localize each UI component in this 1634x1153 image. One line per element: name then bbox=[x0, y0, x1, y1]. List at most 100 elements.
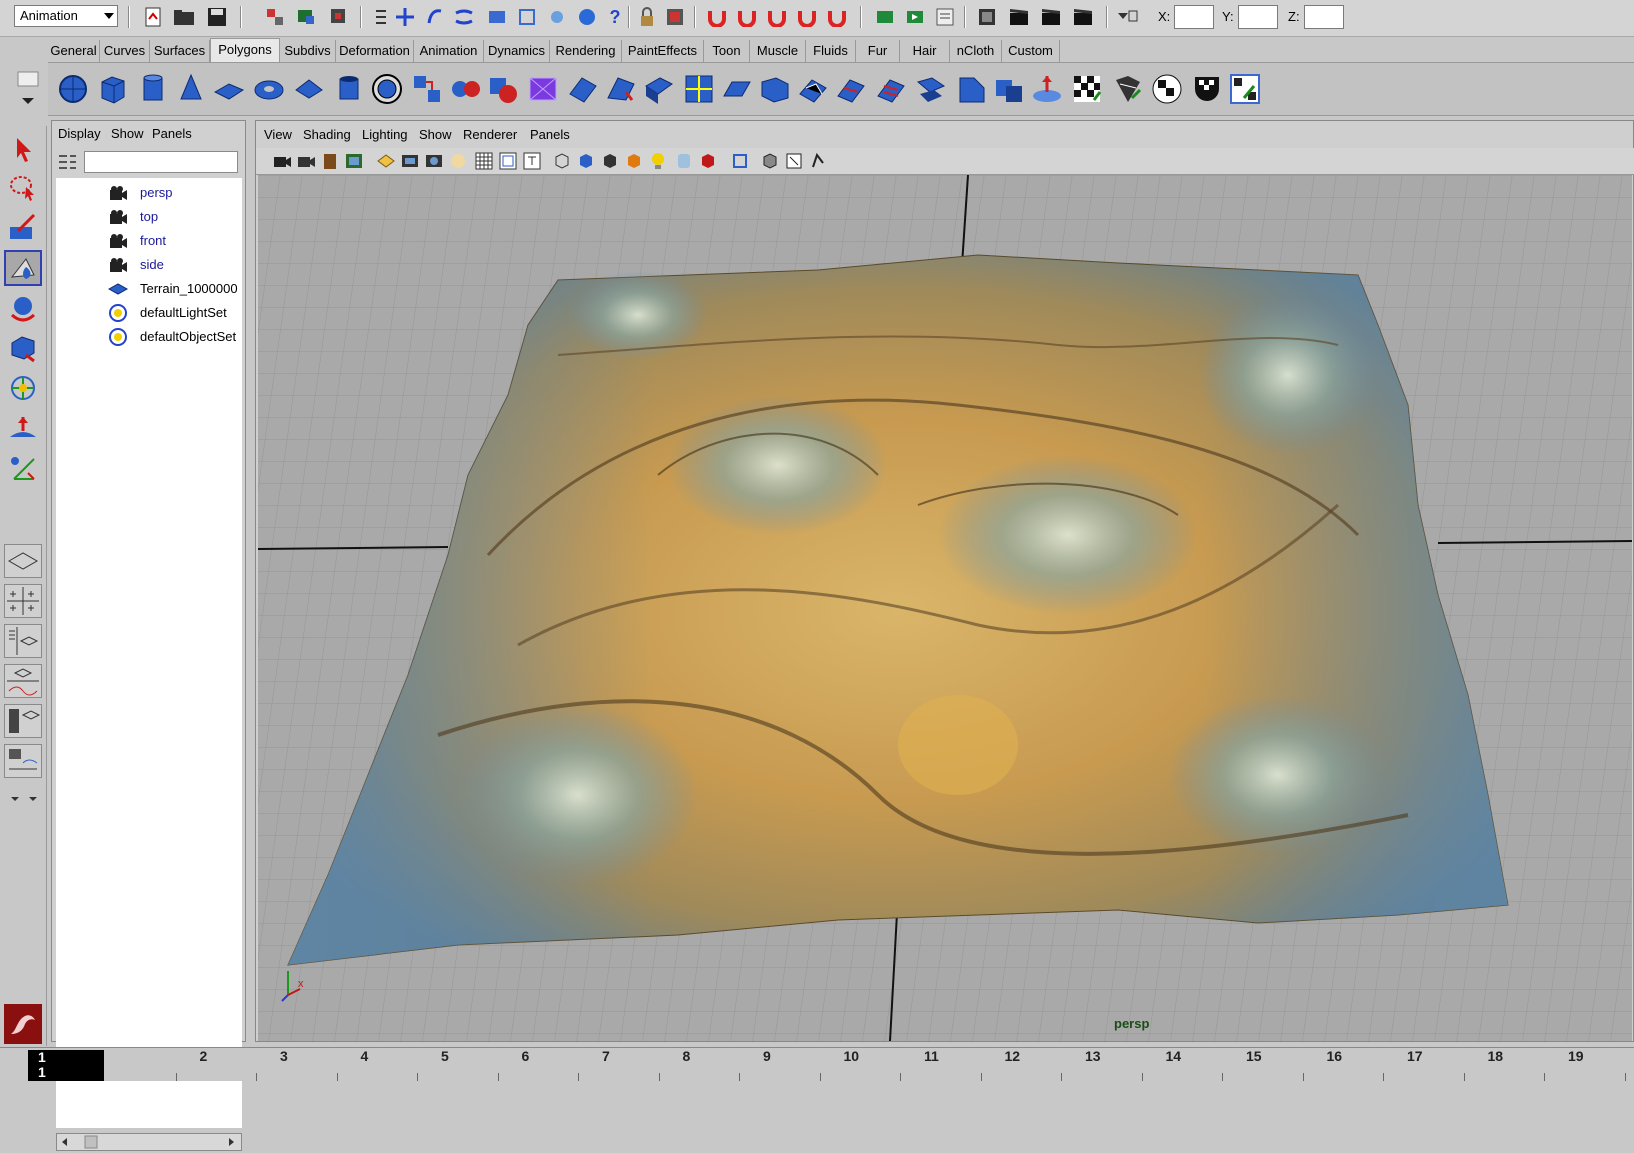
tab-animation[interactable]: Animation bbox=[414, 40, 484, 62]
select-component-icon[interactable] bbox=[328, 6, 350, 28]
sculpt-geometry-icon[interactable] bbox=[1030, 72, 1064, 106]
magnet-icon[interactable] bbox=[796, 6, 818, 28]
cut-faces-icon[interactable] bbox=[992, 72, 1026, 106]
poly-cylinder-icon[interactable] bbox=[136, 72, 170, 106]
separate-icon[interactable] bbox=[448, 72, 482, 106]
viewport-menu-panels[interactable]: Panels bbox=[530, 127, 570, 142]
make-live-icon[interactable] bbox=[516, 6, 538, 28]
bookmarks-icon[interactable] bbox=[320, 151, 340, 171]
uv-texture-editor-icon[interactable] bbox=[1228, 72, 1262, 106]
chamfer-icon[interactable] bbox=[758, 72, 792, 106]
select-hierarchy-icon[interactable] bbox=[264, 6, 286, 28]
viewport-canvas[interactable]: x persp bbox=[258, 175, 1632, 1041]
snap-point-icon[interactable] bbox=[454, 6, 476, 28]
checker-uv-icon[interactable] bbox=[1070, 72, 1104, 106]
tab-dynamics[interactable]: Dynamics bbox=[484, 40, 550, 62]
xray-joints-icon[interactable] bbox=[784, 151, 804, 171]
ipr-render-icon[interactable] bbox=[904, 6, 926, 28]
rotate-tool-icon[interactable] bbox=[4, 290, 42, 326]
wireframe-on-shaded-icon[interactable] bbox=[600, 151, 620, 171]
checker-sphere-icon[interactable] bbox=[1150, 72, 1184, 106]
filter-icon[interactable] bbox=[56, 151, 80, 173]
z-field[interactable] bbox=[1304, 5, 1344, 29]
camera-attributes-icon[interactable] bbox=[296, 151, 316, 171]
outliner-item-defaultobjectset[interactable]: defaultObjectSet bbox=[56, 326, 242, 348]
gate-mask-icon[interactable] bbox=[448, 151, 468, 171]
split-polygon-icon[interactable] bbox=[682, 72, 716, 106]
duplicate-face-icon[interactable] bbox=[954, 72, 988, 106]
magnet-icon[interactable] bbox=[826, 6, 848, 28]
use-all-lights-icon[interactable] bbox=[648, 151, 668, 171]
outliner-item-top[interactable]: top bbox=[56, 206, 242, 228]
time-slider[interactable]: 1 1 234567891011121314151617181920 bbox=[0, 1047, 1634, 1081]
outliner-menu-panels[interactable]: Panels bbox=[152, 126, 192, 141]
magnet-icon[interactable] bbox=[766, 6, 788, 28]
menu-set-dropdown[interactable]: Animation bbox=[14, 5, 118, 27]
resolution-gate-icon[interactable] bbox=[424, 151, 444, 171]
bridge-icon[interactable] bbox=[604, 72, 638, 106]
tab-rendering[interactable]: Rendering bbox=[550, 40, 622, 62]
safe-action-icon[interactable] bbox=[498, 151, 518, 171]
clapboard-icon[interactable] bbox=[1040, 6, 1062, 28]
open-scene-icon[interactable] bbox=[173, 6, 195, 28]
perspective-graph-layout-icon[interactable] bbox=[4, 664, 42, 698]
perspective-outliner-layout-icon[interactable] bbox=[4, 624, 42, 658]
tab-custom[interactable]: Custom bbox=[1002, 40, 1060, 62]
xray-icon[interactable] bbox=[760, 151, 780, 171]
sculpt-tool-icon[interactable] bbox=[4, 250, 42, 286]
save-scene-icon[interactable] bbox=[206, 6, 228, 28]
high-quality-rendering-icon[interactable] bbox=[698, 151, 718, 171]
poly-prism-icon[interactable] bbox=[292, 72, 326, 106]
viewport-menu-show[interactable]: Show bbox=[419, 127, 452, 142]
tab-muscle[interactable]: Muscle bbox=[750, 40, 806, 62]
poke-icon[interactable] bbox=[796, 72, 830, 106]
outliner-horizontal-scrollbar[interactable] bbox=[56, 1133, 242, 1151]
viewport-menu-renderer[interactable]: Renderer bbox=[463, 127, 517, 142]
extract-icon[interactable] bbox=[914, 72, 948, 106]
list-icon[interactable] bbox=[370, 6, 392, 28]
tab-toon[interactable]: Toon bbox=[704, 40, 750, 62]
lock-icon[interactable] bbox=[636, 6, 658, 28]
render-frame-icon[interactable] bbox=[874, 6, 896, 28]
attribute-editor-icon[interactable] bbox=[976, 6, 998, 28]
tab-subdivs[interactable]: Subdivs bbox=[280, 40, 336, 62]
wedge-icon[interactable] bbox=[720, 72, 754, 106]
smooth-shade-icon[interactable] bbox=[576, 151, 596, 171]
tab-curves[interactable]: Curves bbox=[100, 40, 150, 62]
outliner-filter-input[interactable] bbox=[84, 151, 238, 173]
single-perspective-layout-icon[interactable] bbox=[4, 544, 42, 578]
xray-components-icon[interactable] bbox=[808, 151, 828, 171]
shelf-menu[interactable] bbox=[14, 66, 44, 114]
poly-pipe-icon[interactable] bbox=[332, 72, 366, 106]
paint-select-tool-icon[interactable] bbox=[4, 210, 42, 246]
render-settings-icon[interactable] bbox=[934, 6, 956, 28]
outliner-menu-display[interactable]: Display bbox=[58, 126, 101, 141]
poly-cube-icon[interactable] bbox=[96, 72, 130, 106]
offset-edge-loop-icon[interactable] bbox=[874, 72, 908, 106]
input-line-dropdown-icon[interactable] bbox=[1116, 6, 1138, 28]
checker-shield-icon[interactable] bbox=[1190, 72, 1224, 106]
select-by-type-icon[interactable] bbox=[664, 6, 686, 28]
tab-fur[interactable]: Fur bbox=[856, 40, 900, 62]
tab-deformation[interactable]: Deformation bbox=[336, 40, 414, 62]
poly-plane-icon[interactable] bbox=[212, 72, 246, 106]
wireframe-icon[interactable] bbox=[552, 151, 572, 171]
outliner-item-terrain[interactable]: Terrain_1000000 bbox=[56, 278, 242, 300]
outliner-item-persp[interactable]: persp bbox=[56, 182, 242, 204]
tab-general[interactable]: General bbox=[48, 40, 100, 62]
isolate-select-icon[interactable] bbox=[730, 151, 750, 171]
poly-soccer-ball-icon[interactable] bbox=[370, 72, 404, 106]
smooth-icon[interactable] bbox=[526, 72, 560, 106]
snap-view-plane-icon[interactable] bbox=[486, 6, 508, 28]
soft-modification-icon[interactable] bbox=[4, 410, 42, 446]
outliner-item-front[interactable]: front bbox=[56, 230, 242, 252]
append-polygon-icon[interactable] bbox=[642, 72, 676, 106]
outliner-item-side[interactable]: side bbox=[56, 254, 242, 276]
tab-ncloth[interactable]: nCloth bbox=[950, 40, 1002, 62]
viewport-menu-view[interactable]: View bbox=[264, 127, 292, 142]
tab-hair[interactable]: Hair bbox=[900, 40, 950, 62]
render-icon[interactable] bbox=[576, 6, 598, 28]
show-manipulator-icon[interactable] bbox=[4, 450, 42, 486]
poly-torus-icon[interactable] bbox=[252, 72, 286, 106]
universal-manipulator-icon[interactable] bbox=[4, 370, 42, 406]
